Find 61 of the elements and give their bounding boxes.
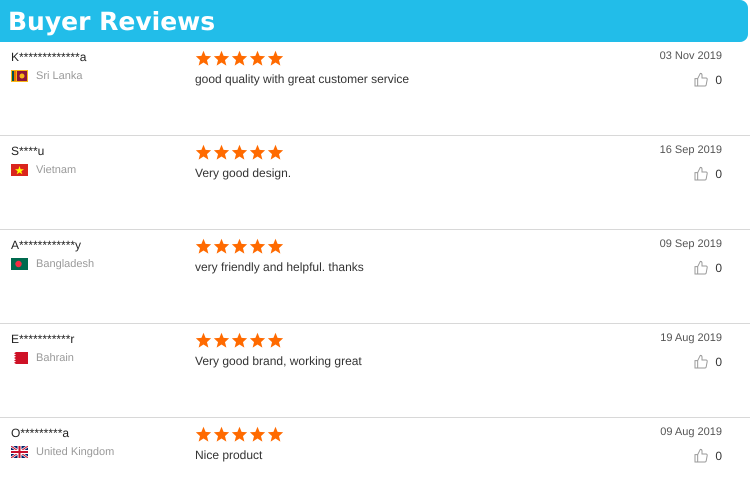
flag-icon bbox=[11, 446, 28, 458]
buyer-name: S****u bbox=[11, 144, 46, 158]
review-text: very friendly and helpful. thanks bbox=[195, 260, 365, 274]
header-title: Buyer Reviews bbox=[8, 6, 216, 36]
star-icon bbox=[249, 426, 266, 442]
buyer-name: O*********a bbox=[11, 426, 70, 440]
buyer-name: E***********r bbox=[11, 332, 76, 346]
star-icon bbox=[213, 332, 230, 348]
thumbs-up-icon[interactable] bbox=[693, 354, 710, 370]
flag-icon bbox=[11, 164, 28, 176]
like-count: 0 bbox=[715, 167, 722, 181]
thumbs-up-icon[interactable] bbox=[693, 260, 710, 276]
buyer-name: A************y bbox=[11, 238, 82, 252]
star-icon bbox=[231, 50, 248, 66]
review-date: 03 Nov 2019 bbox=[660, 50, 722, 62]
star-icon bbox=[231, 238, 248, 254]
star-icon bbox=[231, 426, 248, 442]
flag-icon bbox=[11, 70, 28, 82]
buyer-name: K*************a bbox=[11, 50, 88, 64]
like-count: 0 bbox=[715, 355, 722, 369]
flag-icon bbox=[11, 352, 28, 364]
star-icon bbox=[195, 426, 212, 442]
country-name: Bahrain bbox=[36, 352, 74, 364]
review-text: Very good brand, working great bbox=[195, 354, 363, 368]
flag-icon bbox=[11, 258, 28, 270]
review-text: good quality with great customer service bbox=[195, 72, 410, 86]
thumbs-up-icon[interactable] bbox=[693, 448, 710, 464]
star-icon bbox=[195, 144, 212, 160]
country-name: United Kingdom bbox=[36, 446, 114, 458]
country-name: Sri Lanka bbox=[36, 70, 82, 82]
star-icon bbox=[213, 144, 230, 160]
star-icon bbox=[267, 238, 284, 254]
country-name: Vietnam bbox=[36, 164, 76, 176]
star-icon bbox=[213, 426, 230, 442]
review-date: 19 Aug 2019 bbox=[660, 332, 722, 344]
star-icon bbox=[267, 426, 284, 442]
star-icon bbox=[249, 144, 266, 160]
star-icon bbox=[195, 332, 212, 348]
review-date: 16 Sep 2019 bbox=[660, 144, 722, 156]
star-icon bbox=[267, 332, 284, 348]
like-count: 0 bbox=[715, 261, 722, 275]
review-text: Very good design. bbox=[195, 166, 292, 180]
star-icon bbox=[249, 50, 266, 66]
review-date: 09 Sep 2019 bbox=[660, 238, 722, 250]
star-icon bbox=[195, 50, 212, 66]
like-count: 0 bbox=[715, 73, 722, 87]
star-icon bbox=[231, 144, 248, 160]
star-icon bbox=[249, 238, 266, 254]
star-icon bbox=[213, 50, 230, 66]
thumbs-up-icon[interactable] bbox=[693, 166, 710, 182]
country-name: Bangladesh bbox=[36, 258, 94, 270]
star-icon bbox=[213, 238, 230, 254]
star-icon bbox=[231, 332, 248, 348]
thumbs-up-icon[interactable] bbox=[693, 72, 710, 88]
star-icon bbox=[267, 144, 284, 160]
star-icon bbox=[195, 238, 212, 254]
star-icon bbox=[267, 50, 284, 66]
review-date: 09 Aug 2019 bbox=[660, 426, 722, 438]
like-count: 0 bbox=[715, 449, 722, 463]
star-icon bbox=[249, 332, 266, 348]
review-text: Nice product bbox=[195, 448, 264, 462]
